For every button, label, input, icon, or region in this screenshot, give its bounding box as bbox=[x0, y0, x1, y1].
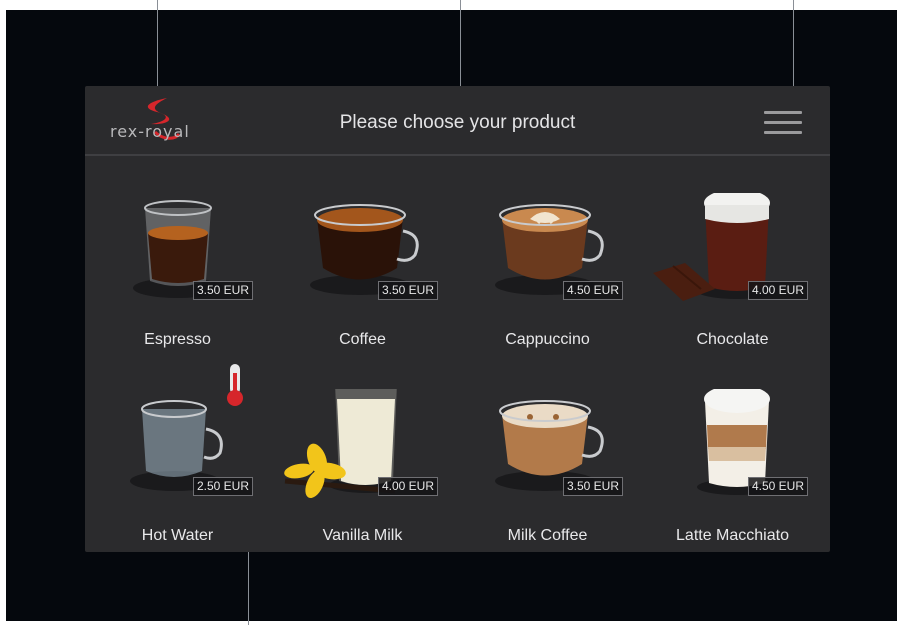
hamburger-menu-icon bbox=[764, 111, 802, 114]
product-tile-chocolate[interactable]: 4.00 EUR Chocolate bbox=[645, 193, 820, 383]
product-tile-milk-coffee[interactable]: 3.50 EUR Milk Coffee bbox=[460, 389, 635, 579]
vanilla-flower-icon bbox=[284, 443, 346, 499]
product-name: Cappuccino bbox=[505, 331, 590, 348]
hamburger-line bbox=[764, 121, 802, 124]
price-badge: 4.00 EUR bbox=[747, 281, 808, 300]
product-tile-cappuccino[interactable]: 4.50 EUR Cappuccino bbox=[460, 193, 635, 383]
price-badge: 4.00 EUR bbox=[377, 477, 438, 496]
product-name: Hot Water bbox=[141, 527, 214, 544]
price-badge: 4.50 EUR bbox=[562, 281, 623, 300]
product-name: Milk Coffee bbox=[507, 527, 588, 544]
product-name: Latte Macchiato bbox=[676, 527, 789, 544]
product-tile-espresso[interactable]: 3.50 EUR Espresso bbox=[90, 193, 265, 383]
price-badge: 3.50 EUR bbox=[562, 477, 623, 496]
page-title: Please choose your product bbox=[339, 112, 576, 133]
product-name: Vanilla Milk bbox=[322, 527, 403, 544]
price-badge: 3.50 EUR bbox=[192, 281, 253, 300]
product-name: Chocolate bbox=[696, 331, 769, 348]
menu-button[interactable] bbox=[764, 109, 802, 137]
product-name: Espresso bbox=[144, 331, 211, 348]
callout-line-title bbox=[460, 0, 461, 86]
price-badge: 2.50 EUR bbox=[192, 477, 253, 496]
price-badge: 3.50 EUR bbox=[377, 281, 438, 300]
product-selection-screen: rex-royal Please choose your product 3.5… bbox=[85, 86, 830, 552]
callout-line-menu bbox=[793, 0, 794, 86]
product-tile-coffee[interactable]: 3.50 EUR Coffee bbox=[275, 193, 450, 383]
product-tile-latte-macchiato[interactable]: 4.50 EUR Latte Macchiato bbox=[645, 389, 820, 579]
product-name: Coffee bbox=[339, 331, 386, 348]
callout-line-logo bbox=[157, 0, 158, 86]
header-bar: rex-royal Please choose your product bbox=[85, 86, 830, 156]
product-tile-vanilla-milk[interactable]: 4.00 EUR Vanilla Milk bbox=[275, 389, 450, 579]
price-badge: 4.50 EUR bbox=[747, 477, 808, 496]
hamburger-line bbox=[764, 131, 802, 134]
product-tile-hot-water[interactable]: 2.50 EUR Hot Water bbox=[90, 389, 265, 579]
